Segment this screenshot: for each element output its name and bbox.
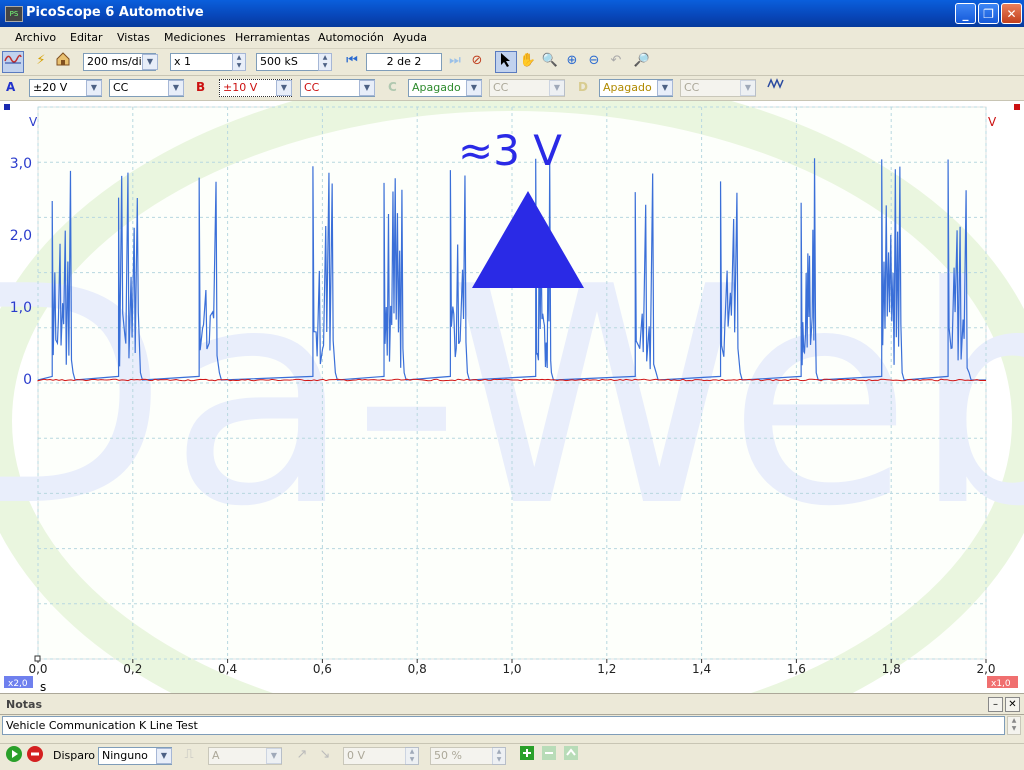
app-icon: PS bbox=[5, 6, 23, 22]
zoom-select-icon[interactable]: 🔍 bbox=[539, 51, 561, 73]
scope-plot[interactable]: Da-Web 3,02,01,000,0 0,2 0,4 0,6 0,8 1,0 1,2 1,… bbox=[0, 71, 1024, 770]
undo-zoom-icon[interactable]: ↶ bbox=[605, 51, 627, 73]
channel-b-axis-handle[interactable] bbox=[1014, 104, 1020, 110]
math-channels-icon[interactable] bbox=[766, 77, 788, 99]
remove-ruler-icon bbox=[538, 745, 560, 767]
notes-panel: Notas – ✕ Vehicle Communication K Line T… bbox=[0, 693, 1024, 743]
channel-d-range-dropdown-icon[interactable]: ▼ bbox=[657, 80, 673, 96]
menu-vistas[interactable]: Vistas bbox=[117, 31, 150, 44]
buffer-navigator[interactable]: 2 de 2 bbox=[366, 53, 442, 71]
samples-spinner-icon[interactable]: ▲ ▼ bbox=[318, 53, 332, 71]
restore-button[interactable]: ❐ bbox=[978, 3, 999, 24]
x-tick-label: 0,6 bbox=[313, 662, 332, 676]
voltage-annotation: ≈3 V bbox=[458, 126, 562, 175]
menu-ayuda[interactable]: Ayuda bbox=[393, 31, 427, 44]
notes-minimize-icon[interactable]: – bbox=[988, 697, 1003, 712]
scope-view[interactable]: Da-Web 3,0 2,0 1,0 0 0,0 0,2 0,4 0,6 0,8 1,0 1,2 1,… bbox=[0, 71, 1024, 770]
buffer-total: 2 bbox=[414, 55, 422, 68]
add-ruler-icon[interactable] bbox=[516, 745, 538, 767]
left-axis-unit: V bbox=[29, 115, 38, 129]
pretrigger-spinner-icon: ▲ ▼ bbox=[492, 747, 506, 765]
left-zoom-badge: x2,0 bbox=[8, 679, 28, 689]
y-tick-label: 2,0 bbox=[10, 228, 32, 244]
trigger-label: Disparo bbox=[53, 749, 95, 762]
notes-header: Notas – ✕ bbox=[0, 693, 1024, 715]
time-ruler-handle[interactable] bbox=[34, 655, 41, 662]
trigger-source-dropdown-icon: ▼ bbox=[266, 748, 282, 764]
menu-mediciones[interactable]: Mediciones bbox=[164, 31, 226, 44]
right-zoom-badge: x1,0 bbox=[991, 679, 1011, 689]
trigger-level-spinner-icon: ▲ ▼ bbox=[405, 747, 419, 765]
x-tick-label: 1,6 bbox=[787, 662, 806, 676]
main-toolbar: ⚡ 200 ms/div ▼ x 1 ▲ ▼ 500 kS ▲ ▼ ⏮ 2 de 2… bbox=[0, 49, 1024, 76]
trigger-mode-dropdown-icon[interactable]: ▼ bbox=[156, 748, 172, 764]
menu-editar[interactable]: Editar bbox=[70, 31, 103, 44]
buffer-of: de bbox=[397, 55, 411, 68]
auto-setup-icon[interactable]: ⚡ bbox=[30, 51, 52, 73]
channel-d-label[interactable]: D bbox=[578, 80, 588, 94]
x-tick-label: 1,8 bbox=[882, 662, 901, 676]
channel-a-coupling-dropdown-icon[interactable]: ▼ bbox=[168, 80, 184, 96]
title-bar: PS PicoScope 6 Automotive _ ❐ ✕ bbox=[0, 0, 1024, 27]
notes-scrollbar[interactable]: ▲ ▼ bbox=[1007, 716, 1021, 735]
x-tick-label: 1,2 bbox=[597, 662, 616, 676]
home-icon[interactable] bbox=[52, 51, 74, 73]
timebase-dropdown-icon[interactable]: ▼ bbox=[142, 54, 158, 70]
hand-tool-icon[interactable]: ✋ bbox=[517, 51, 539, 73]
channel-b-label[interactable]: B bbox=[196, 80, 205, 94]
menu-bar: Archivo Editar Vistas Mediciones Herrami… bbox=[0, 27, 1024, 49]
channel-a-range-dropdown-icon[interactable]: ▼ bbox=[86, 80, 102, 96]
zoom-out-icon[interactable]: ⊖ bbox=[583, 51, 605, 73]
window-title: PicoScope 6 Automotive bbox=[26, 5, 204, 20]
first-buffer-icon[interactable]: ⏮ bbox=[341, 51, 363, 73]
last-buffer-icon[interactable]: ⏭ bbox=[444, 51, 466, 73]
zoom-in-icon[interactable]: ⊕ bbox=[561, 51, 583, 73]
y-tick-label: 1,0 bbox=[10, 300, 32, 316]
channel-a-axis-handle[interactable] bbox=[4, 104, 10, 110]
channel-c-label[interactable]: C bbox=[388, 80, 397, 94]
y-tick-label: 3,0 bbox=[10, 156, 32, 172]
notes-close-icon[interactable]: ✕ bbox=[1005, 697, 1020, 712]
x-tick-label: 1,0 bbox=[502, 662, 521, 676]
x-tick-label: 0,8 bbox=[408, 662, 427, 676]
channel-d-coupling-dropdown-icon: ▼ bbox=[740, 80, 756, 96]
menu-herramientas[interactable]: Herramientas bbox=[235, 31, 310, 44]
channel-c-coupling-dropdown-icon: ▼ bbox=[549, 80, 565, 96]
channel-b-coupling-dropdown-icon[interactable]: ▼ bbox=[359, 80, 375, 96]
compass-icon[interactable]: ⊘ bbox=[466, 51, 488, 73]
close-button[interactable]: ✕ bbox=[1001, 3, 1022, 24]
x-tick-label: 0,0 bbox=[28, 662, 47, 676]
right-axis-unit: V bbox=[988, 115, 997, 129]
falling-edge-icon: ↘ bbox=[319, 747, 331, 762]
buffer-current: 2 bbox=[386, 55, 394, 68]
menu-automocion[interactable]: Automoción bbox=[318, 31, 384, 44]
menu-archivo[interactable]: Archivo bbox=[15, 31, 56, 44]
y-tick-label: 0 bbox=[23, 372, 32, 388]
x-axis-unit: s bbox=[40, 680, 46, 693]
channel-b-range-dropdown-icon[interactable]: ▼ bbox=[276, 80, 292, 96]
ruler-settings-icon bbox=[560, 745, 582, 767]
x-tick-label: 0,4 bbox=[218, 662, 237, 676]
trigger-toolbar: Disparo Ninguno ▼ ⎍ A ▼ ↗ ↘ 0 V ▲ ▼ 50 % … bbox=[0, 743, 1024, 769]
trigger-edge-icon: ⎍ bbox=[184, 747, 194, 762]
pointer-tool-icon[interactable] bbox=[495, 51, 517, 73]
stop-icon[interactable] bbox=[24, 745, 46, 767]
zoom-overview-icon[interactable]: 🔎 bbox=[631, 51, 653, 73]
channel-c-range-dropdown-icon[interactable]: ▼ bbox=[466, 80, 482, 96]
channel-a-label[interactable]: A bbox=[6, 80, 15, 94]
scope-mode-icon[interactable] bbox=[2, 51, 24, 73]
minimize-button[interactable]: _ bbox=[955, 3, 976, 24]
rising-edge-icon: ↗ bbox=[296, 747, 308, 762]
start-icon[interactable] bbox=[3, 745, 25, 767]
x-tick-label: 0,2 bbox=[123, 662, 142, 676]
notes-title: Notas bbox=[6, 698, 42, 711]
channel-toolbar: A ±20 V ▼ CC ▼ B ±10 V ▼ CC ▼ C Apagado … bbox=[0, 76, 1024, 101]
zoom-spinner-icon[interactable]: ▲ ▼ bbox=[232, 53, 246, 71]
x-tick-label: 1,4 bbox=[692, 662, 711, 676]
x-tick-label: 2,0 bbox=[976, 662, 995, 676]
notes-text[interactable]: Vehicle Communication K Line Test bbox=[2, 716, 1005, 735]
